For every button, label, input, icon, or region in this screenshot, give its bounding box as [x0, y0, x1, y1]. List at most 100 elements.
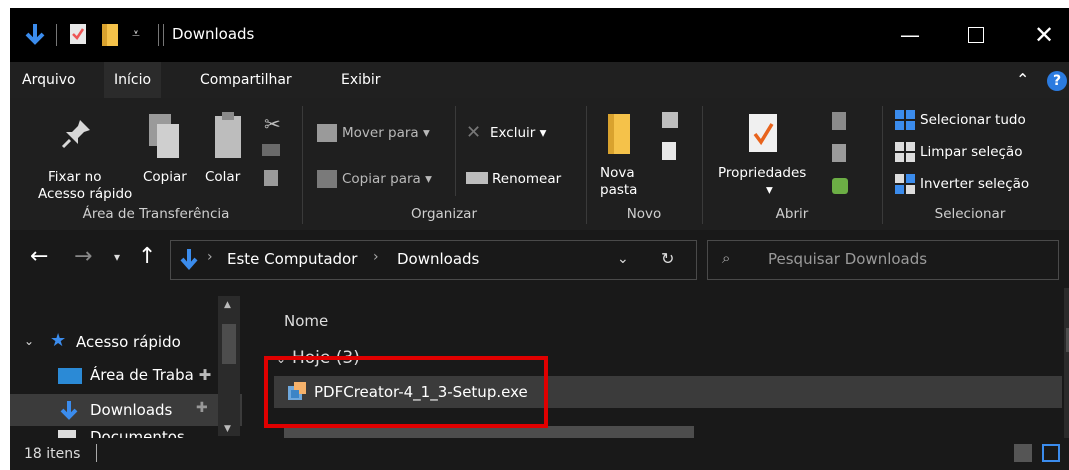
back-button[interactable]: ←	[30, 244, 48, 269]
ribbon-tabs: Arquivo Início Compartilhar Exibir ⌃ ?	[10, 62, 1069, 98]
history-icon[interactable]	[832, 178, 848, 194]
minimize-icon: —	[900, 23, 920, 47]
group-label-new: Novo	[626, 206, 662, 222]
group-label-organize: Organizar	[411, 206, 477, 222]
properties-quick-icon[interactable]	[68, 22, 88, 46]
move-to-button[interactable]: Mover para ▾	[342, 125, 430, 142]
title-bar: ⩡ Downloads — ✕	[10, 8, 1069, 62]
vertical-scrollbar[interactable]	[1064, 288, 1069, 438]
tab-inicio[interactable]: Início	[104, 62, 162, 98]
item-count: 18 itens	[24, 446, 81, 462]
inner-separator	[455, 106, 456, 196]
close-button[interactable]: ✕	[1015, 8, 1069, 62]
window-title: Downloads	[172, 25, 255, 43]
select-all-icon	[895, 110, 915, 130]
rename-icon	[466, 172, 488, 184]
copy-to-button[interactable]: Copiar para ▾	[342, 171, 432, 188]
delete-label: Excluir	[490, 125, 536, 141]
group-label-open: Abrir	[775, 206, 809, 222]
maximize-icon	[968, 27, 984, 43]
new-folder-quick-icon[interactable]	[100, 22, 122, 48]
column-header-name[interactable]: Nome	[284, 312, 328, 330]
paste-button[interactable]: Colar	[205, 169, 240, 186]
nav-item-downloads[interactable]: Downloads ✚	[10, 394, 242, 426]
breadcrumb-separator: ›	[207, 249, 213, 265]
new-folder-label-2: pasta	[600, 182, 638, 198]
tab-compartilhar[interactable]: Compartilhar	[200, 72, 292, 88]
expand-quick-access-icon[interactable]: ⌄	[24, 334, 34, 348]
delete-icon: ✕	[466, 122, 482, 143]
invert-selection-icon	[895, 174, 915, 194]
address-bar[interactable]: › Este Computador › Downloads ⌄ ↻	[170, 240, 697, 280]
large-icons-view-button[interactable]	[1042, 444, 1060, 462]
easy-access-icon[interactable]	[662, 142, 676, 160]
recent-locations-button[interactable]: ▾	[114, 250, 120, 264]
rename-button[interactable]: Renomear	[492, 171, 561, 188]
forward-button[interactable]: →	[74, 244, 92, 269]
ribbon: Fixar no Acesso rápido Copiar Colar ✂ Áre…	[10, 98, 1069, 231]
details-view-button[interactable]	[1014, 444, 1032, 462]
maximize-button[interactable]	[947, 8, 1005, 62]
new-folder-label: Nova	[600, 165, 635, 181]
scroll-up-icon[interactable]: ▲	[224, 300, 231, 310]
cut-icon[interactable]: ✂	[264, 112, 281, 136]
pin-label: Fixar no	[48, 169, 102, 185]
status-separator	[96, 444, 97, 462]
desktop-icon	[58, 368, 82, 384]
toolbar-separator	[56, 24, 57, 46]
tab-exibir[interactable]: Exibir	[341, 72, 381, 88]
breadcrumb-downloads[interactable]: Downloads	[397, 250, 479, 268]
address-dropdown-icon[interactable]: ⌄	[617, 251, 629, 267]
new-folder-icon	[608, 114, 630, 154]
open-icon[interactable]	[832, 112, 846, 130]
search-placeholder: Pesquisar Downloads	[768, 250, 928, 268]
edit-icon[interactable]	[832, 144, 846, 162]
properties-label: Propriedades	[718, 165, 807, 181]
paste-icon	[215, 112, 241, 158]
close-icon: ✕	[1033, 21, 1055, 49]
star-icon: ★	[50, 330, 67, 351]
collapse-ribbon-icon[interactable]: ⌃	[1016, 70, 1029, 89]
downloads-icon	[60, 401, 78, 420]
pinned-icon: ✚	[196, 400, 208, 416]
group-label-clipboard: Área de Transferência	[82, 206, 230, 222]
new-item-icon[interactable]	[662, 112, 678, 128]
nav-quick-access[interactable]: Acesso rápido	[76, 333, 181, 351]
move-to-icon	[317, 124, 337, 142]
nav-scrollbar-thumb[interactable]	[222, 324, 236, 364]
nav-scrollbar[interactable]: ▲ ▼	[218, 296, 240, 436]
refresh-icon[interactable]: ↻	[661, 249, 674, 268]
properties-icon	[749, 114, 777, 152]
breadcrumb-este-computador[interactable]: Este Computador	[227, 250, 357, 268]
highlight-box	[264, 356, 548, 428]
paste-shortcut-icon[interactable]	[264, 170, 278, 186]
navigation-pane: ⌄ ★ Acesso rápido Área de Traba ✚ Downlo…	[10, 288, 270, 446]
select-all-button[interactable]: Selecionar tudo	[920, 112, 1026, 129]
select-none-icon	[895, 142, 915, 162]
properties-button[interactable]: Propriedades ▾	[718, 165, 806, 199]
quick-access-dropdown-icon[interactable]: ⩡	[132, 26, 140, 42]
copy-path-icon[interactable]	[262, 144, 280, 156]
download-arrow-icon[interactable]	[24, 22, 46, 46]
move-to-label: Mover para	[342, 125, 419, 141]
select-none-button[interactable]: Limpar seleção	[920, 144, 1022, 161]
copy-button[interactable]: Copiar	[143, 169, 187, 186]
new-folder-button[interactable]: Nova pasta	[600, 165, 637, 199]
toolbar-separator	[163, 24, 164, 46]
copy-to-icon	[317, 170, 337, 188]
delete-button[interactable]: Excluir ▾	[490, 125, 546, 142]
scroll-down-icon[interactable]: ▼	[224, 424, 231, 434]
nav-item-desktop[interactable]: Área de Traba ✚	[90, 366, 211, 384]
search-input[interactable]: ⌕ Pesquisar Downloads	[707, 240, 1059, 280]
toolbar-separator	[158, 24, 159, 46]
pin-quick-access-button[interactable]: Fixar no Acesso rápido	[38, 169, 142, 203]
pin-label-2: Acesso rápido	[38, 186, 133, 202]
tab-arquivo[interactable]: Arquivo	[22, 72, 76, 88]
minimize-button[interactable]: —	[881, 8, 939, 62]
up-button[interactable]: ↑	[138, 244, 156, 269]
copy-to-label: Copiar para	[342, 171, 421, 187]
pin-icon	[61, 120, 90, 149]
invert-selection-button[interactable]: Inverter seleção	[920, 176, 1029, 193]
help-icon[interactable]: ?	[1047, 71, 1067, 91]
nav-item-desktop-label: Área de Traba	[90, 366, 194, 384]
